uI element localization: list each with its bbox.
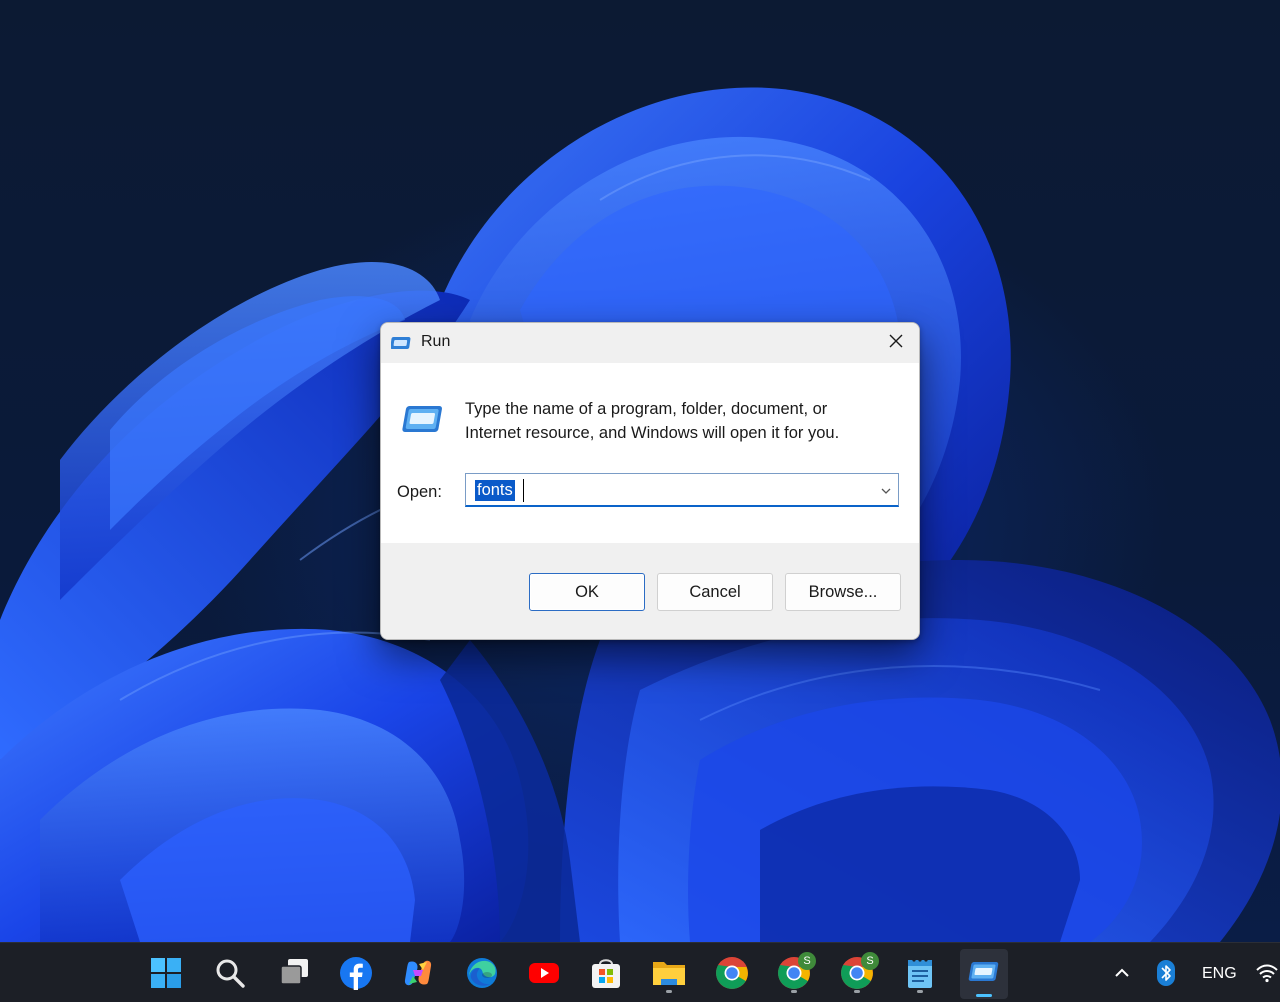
search-button[interactable] [210,955,250,995]
run-icon [390,335,413,351]
dialog-content: Type the name of a program, folder, docu… [381,363,919,543]
chevron-up-icon [1114,966,1130,984]
youtube-icon [528,961,560,990]
close-icon [888,333,904,354]
run-icon [968,960,1000,989]
running-indicator [854,990,860,993]
title-bar[interactable]: Run [381,323,919,363]
task-view-button[interactable] [274,955,314,995]
network-button[interactable] [1254,955,1280,995]
text-caret [523,479,524,502]
search-icon [214,957,246,994]
store-icon [589,956,623,995]
taskbar-chrome-profile-2[interactable]: S [837,952,879,995]
ok-button[interactable]: OK [529,573,645,611]
folder-icon [651,957,687,994]
notepad-icon [905,956,935,995]
taskbar-chrome[interactable] [712,955,752,995]
start-button[interactable] [146,955,186,995]
profile-badge: S [861,952,879,970]
profile-badge: S [798,952,816,970]
taskbar-facebook[interactable] [336,955,376,995]
chevron-down-icon[interactable] [880,484,892,496]
bluetooth-icon [1156,959,1176,991]
language-indicator[interactable]: ENG [1202,965,1237,983]
active-indicator [976,994,992,997]
browse-button[interactable]: Browse... [785,573,901,611]
running-indicator [791,990,797,993]
chrome-icon [715,956,749,995]
taskbar-notepad[interactable] [900,955,940,995]
edge-icon [465,956,499,995]
open-label: Open: [397,483,442,501]
taskbar-edge[interactable] [462,955,502,995]
window-title: Run [421,333,451,350]
taskbar-store[interactable] [586,955,626,995]
close-button[interactable] [879,327,913,359]
running-indicator [917,990,923,993]
dialog-description: Type the name of a program, folder, docu… [465,400,840,442]
cancel-button[interactable]: Cancel [657,573,773,611]
task-view-icon [278,957,310,994]
taskbar-run[interactable] [960,949,1008,999]
button-row: OK Cancel Browse... [381,543,919,639]
facebook-icon [339,956,373,995]
open-combobox[interactable]: fonts [465,473,899,507]
running-indicator [666,990,672,993]
taskbar: S S ENG [0,942,1280,1002]
bluetooth-button[interactable] [1146,955,1186,995]
taskbar-file-explorer[interactable] [649,955,689,995]
copilot-icon [401,956,435,995]
show-hidden-icons-button[interactable] [1102,955,1142,995]
run-dialog: Run Type the name of a program, folder, … [380,322,920,640]
taskbar-chrome-profile-1[interactable]: S [774,952,816,995]
taskbar-copilot[interactable] [398,955,438,995]
windows-start-icon [149,956,183,995]
run-icon [399,403,443,437]
open-input-text[interactable]: fonts [475,480,515,501]
taskbar-youtube[interactable] [524,955,564,995]
wifi-icon [1255,963,1279,988]
